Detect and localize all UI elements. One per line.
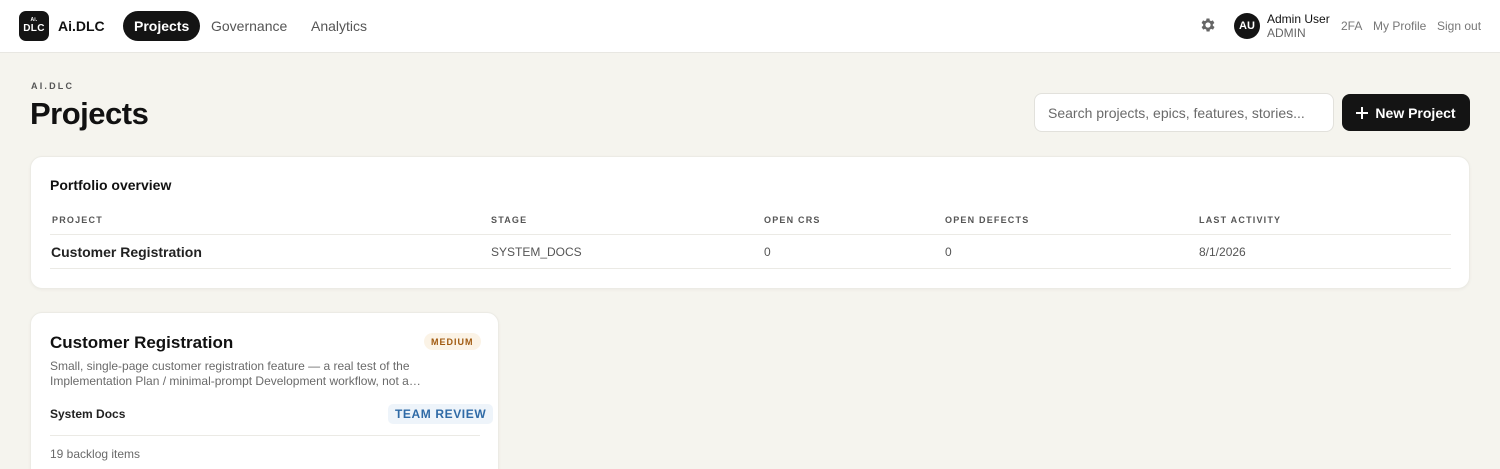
cell-open-defects: 0 (945, 245, 952, 259)
column-header-open-defects: OPEN DEFECTS (945, 215, 1030, 225)
avatar[interactable]: AU (1234, 13, 1260, 39)
table-header-divider (50, 234, 1451, 235)
project-card-description: Small, single-page customer registration… (50, 359, 410, 388)
tab-analytics[interactable]: Analytics (300, 11, 378, 41)
portfolio-title: Portfolio overview (50, 177, 172, 193)
project-card-title[interactable]: Customer Registration (50, 333, 233, 353)
portfolio-overview-card: Portfolio overview PROJECT STAGE OPEN CR… (30, 156, 1470, 289)
logo-line-2: DLC (23, 23, 45, 34)
backlog-count: 19 backlog items (50, 447, 141, 461)
sign-out-link[interactable]: Sign out (1437, 19, 1481, 33)
table-row-divider (50, 268, 1451, 269)
review-status-badge: TEAM REVIEW (388, 404, 494, 424)
search-input[interactable] (1034, 93, 1334, 132)
app-logo[interactable]: Ai. DLC (19, 11, 49, 41)
column-header-stage: STAGE (491, 215, 528, 225)
my-profile-link[interactable]: My Profile (1373, 19, 1426, 33)
gear-icon[interactable] (1199, 16, 1217, 34)
tab-governance[interactable]: Governance (200, 11, 298, 41)
user-role: ADMIN (1267, 26, 1306, 40)
priority-badge: MEDIUM (424, 333, 481, 350)
project-card-divider (50, 435, 480, 436)
user-name: Admin User (1267, 12, 1330, 26)
column-header-project: PROJECT (52, 215, 103, 225)
tab-projects[interactable]: Projects (123, 11, 201, 41)
plus-icon (1356, 106, 1369, 119)
project-card[interactable]: Customer Registration MEDIUM Small, sing… (30, 312, 499, 469)
brand-name[interactable]: Ai.DLC (58, 18, 105, 34)
cell-stage: SYSTEM_DOCS (491, 245, 582, 259)
cell-open-crs: 0 (764, 245, 771, 259)
top-navigation: Ai. DLC Ai.DLC Projects Governance Analy… (0, 0, 1500, 53)
column-header-last-activity: LAST ACTIVITY (1199, 215, 1282, 225)
new-project-button[interactable]: New Project (1342, 94, 1470, 131)
cell-last-activity: 8/1/2026 (1199, 245, 1246, 259)
cell-project[interactable]: Customer Registration (51, 244, 202, 260)
column-header-open-crs: OPEN CRS (764, 215, 821, 225)
project-card-stage: System Docs (50, 407, 126, 421)
twofa-link[interactable]: 2FA (1341, 19, 1362, 33)
page-title: Projects (30, 96, 149, 131)
new-project-label: New Project (1375, 104, 1456, 121)
page-eyebrow: AI.DLC (31, 81, 75, 91)
